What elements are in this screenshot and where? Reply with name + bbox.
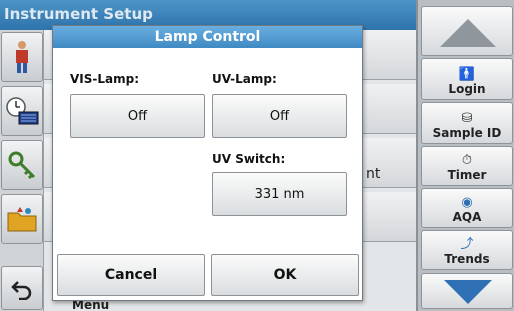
vis-lamp-toggle-button[interactable]: Off xyxy=(70,94,205,138)
password-button[interactable] xyxy=(1,140,43,190)
trends-chart-icon: ⤴ xyxy=(460,237,474,252)
operator-button[interactable] xyxy=(1,32,43,82)
down-arrow-icon xyxy=(444,280,492,304)
sample-vial-icon: ⛁ xyxy=(461,111,473,126)
folder-icon xyxy=(7,207,37,232)
partial-list-label: nt xyxy=(366,166,381,182)
back-arrow-icon xyxy=(11,281,32,300)
vis-lamp-label: VIS-Lamp: xyxy=(70,72,140,86)
ok-button[interactable]: OK xyxy=(211,254,359,296)
up-arrow-icon xyxy=(440,19,496,47)
lamp-control-dialog: Lamp Control VIS-Lamp: UV-Lamp: Off Off … xyxy=(52,25,363,301)
cancel-button[interactable]: Cancel xyxy=(57,254,205,296)
person-icon: 🚹 xyxy=(458,67,476,82)
aqa-icon: ◉ xyxy=(461,195,473,210)
sidebar-item-trends[interactable]: ⤴ Trends xyxy=(421,230,513,270)
sidebar-item-timer[interactable]: ⏱ Timer xyxy=(421,146,513,186)
timer-icon: ⏱ xyxy=(461,153,473,168)
back-button[interactable] xyxy=(1,266,43,310)
sidebar-item-login[interactable]: 🚹 Login xyxy=(421,58,513,100)
clock-keyboard-icon xyxy=(6,97,39,125)
uv-switch-label: UV Switch: xyxy=(212,152,286,166)
sidebar-item-sample-id[interactable]: ⛁ Sample ID xyxy=(421,102,513,144)
date-time-button[interactable] xyxy=(1,86,43,136)
person-icon xyxy=(16,41,28,73)
left-icon-panel xyxy=(0,30,44,311)
sidebar-item-aqa[interactable]: ◉ AQA xyxy=(421,188,513,228)
key-icon xyxy=(8,151,36,180)
data-management-button[interactable] xyxy=(1,194,43,244)
right-sidebar: 🚹 Login ⛁ Sample ID ⏱ Timer ◉ AQA ⤴ Tren… xyxy=(416,0,514,311)
scroll-up-button[interactable] xyxy=(421,6,513,56)
uv-lamp-label: UV-Lamp: xyxy=(212,72,277,86)
dialog-title: Lamp Control xyxy=(53,26,362,48)
scroll-down-button[interactable] xyxy=(421,273,513,309)
uv-lamp-toggle-button[interactable]: Off xyxy=(212,94,347,138)
uv-switch-wavelength-button[interactable]: 331 nm xyxy=(212,172,347,216)
